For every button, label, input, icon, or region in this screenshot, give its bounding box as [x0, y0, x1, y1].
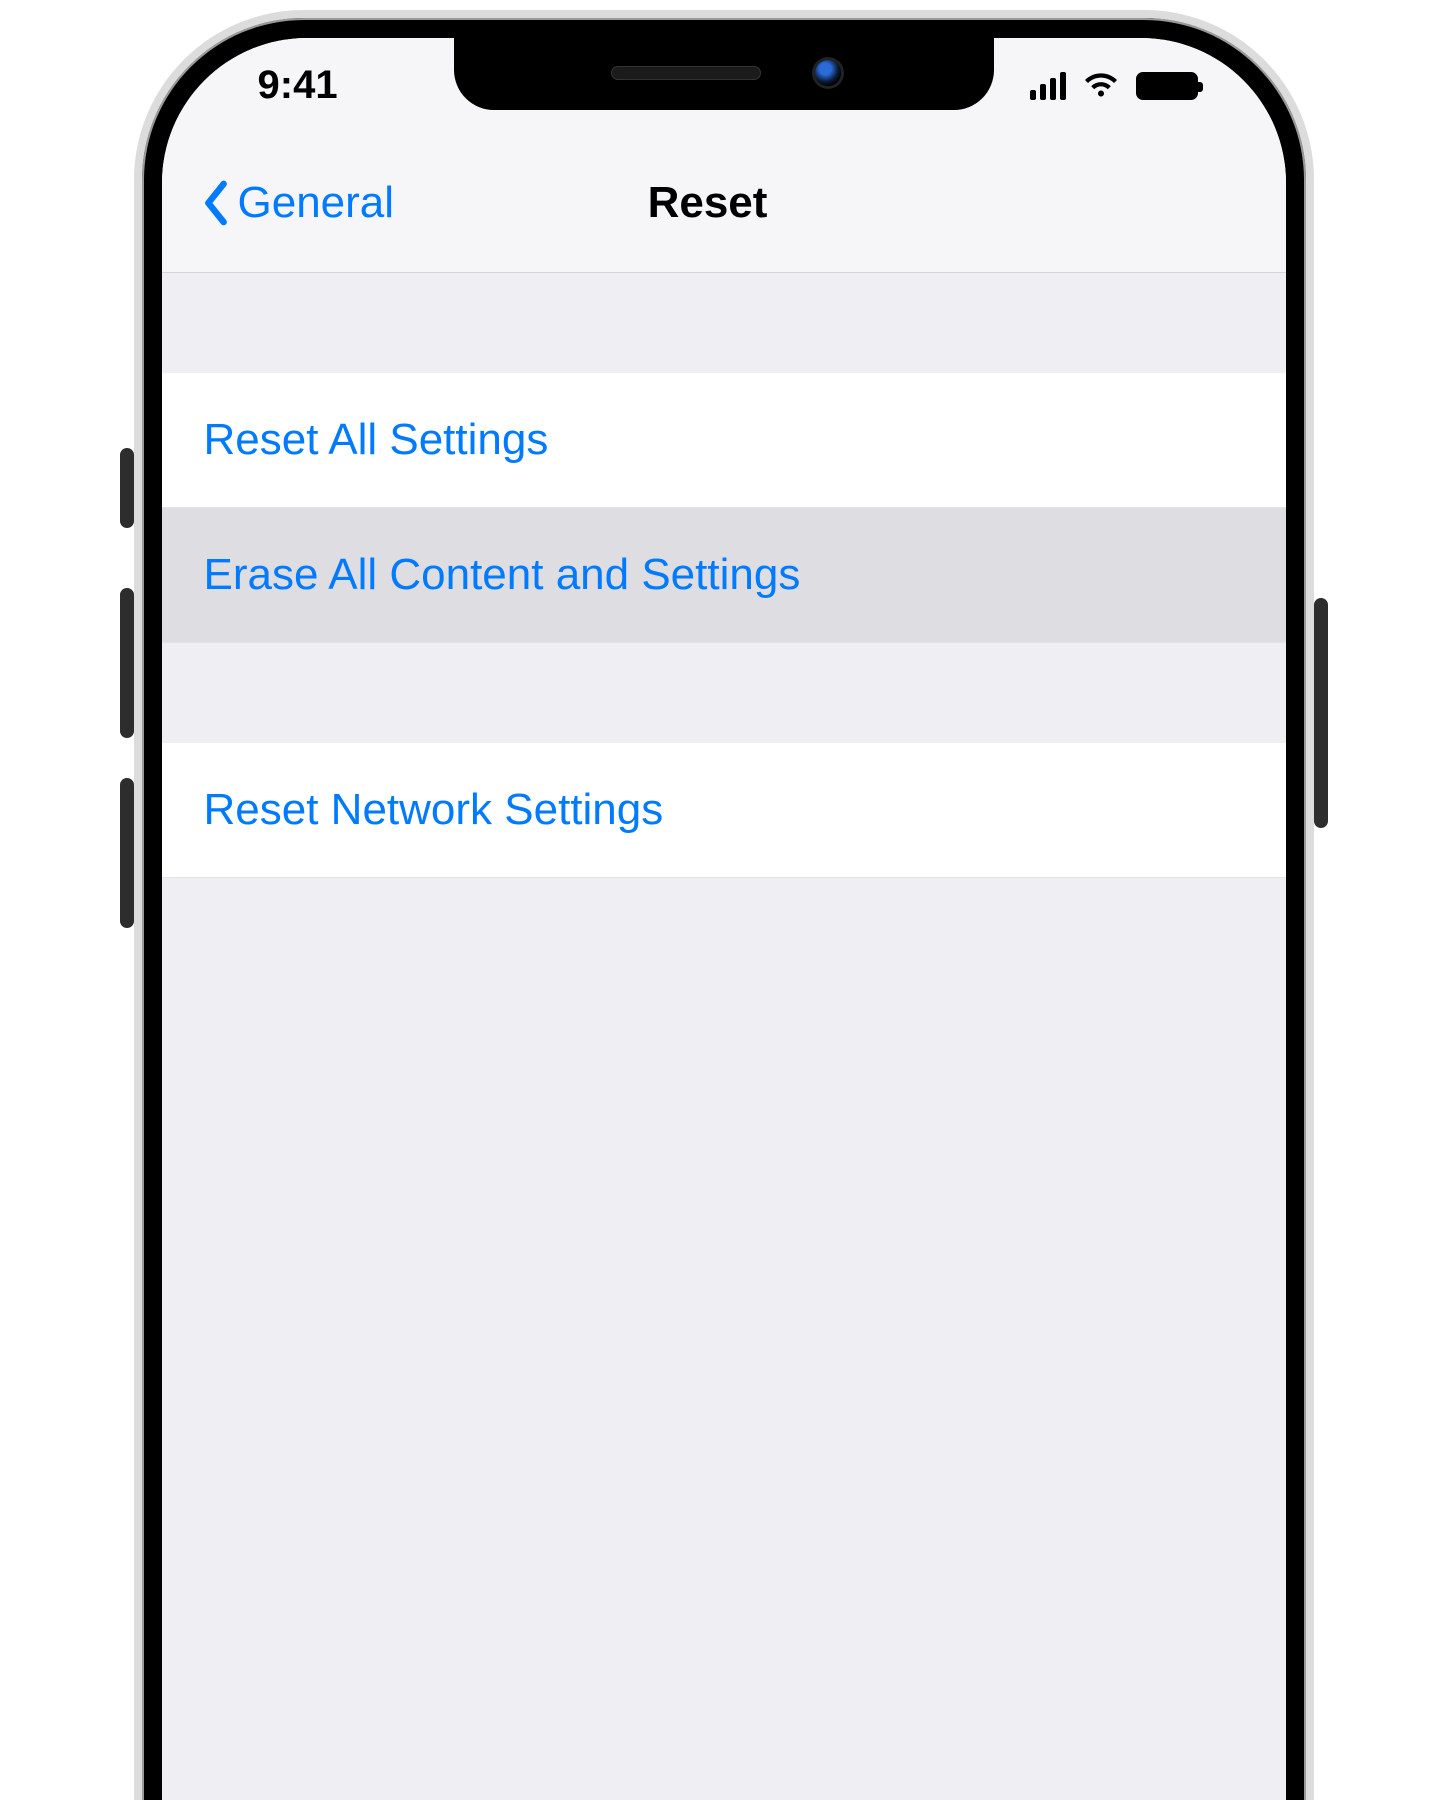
volume-down-button[interactable] [120, 778, 134, 928]
mute-switch[interactable] [120, 448, 134, 528]
earpiece-speaker [611, 66, 761, 80]
row-label: Erase All Content and Settings [204, 550, 801, 600]
screen: 9:41 [162, 38, 1286, 1800]
cellular-signal-icon [1030, 72, 1066, 100]
row-label: Reset All Settings [204, 415, 549, 465]
erase-all-content-row[interactable]: Erase All Content and Settings [162, 508, 1286, 643]
status-time: 9:41 [258, 63, 338, 108]
battery-icon [1136, 72, 1198, 100]
page-title: Reset [648, 178, 768, 228]
nav-bar: General Reset [162, 133, 1286, 273]
power-button[interactable] [1314, 598, 1328, 828]
battery-fill [1139, 75, 1195, 97]
group-spacer [162, 273, 1286, 373]
reset-all-settings-row[interactable]: Reset All Settings [162, 373, 1286, 508]
volume-up-button[interactable] [120, 588, 134, 738]
front-camera [815, 60, 841, 86]
back-label: General [238, 178, 395, 228]
status-indicators [1030, 72, 1198, 100]
group-spacer [162, 643, 1286, 743]
phone-frame: 9:41 [134, 10, 1314, 1800]
row-label: Reset Network Settings [204, 785, 664, 835]
back-button[interactable]: General [200, 178, 395, 228]
wifi-icon [1082, 72, 1120, 100]
notch [454, 38, 994, 110]
reset-network-settings-row[interactable]: Reset Network Settings [162, 743, 1286, 878]
phone-bezel: 9:41 [156, 32, 1292, 1800]
chevron-left-icon [200, 180, 232, 226]
settings-list: Reset All Settings Erase All Content and… [162, 273, 1286, 1800]
